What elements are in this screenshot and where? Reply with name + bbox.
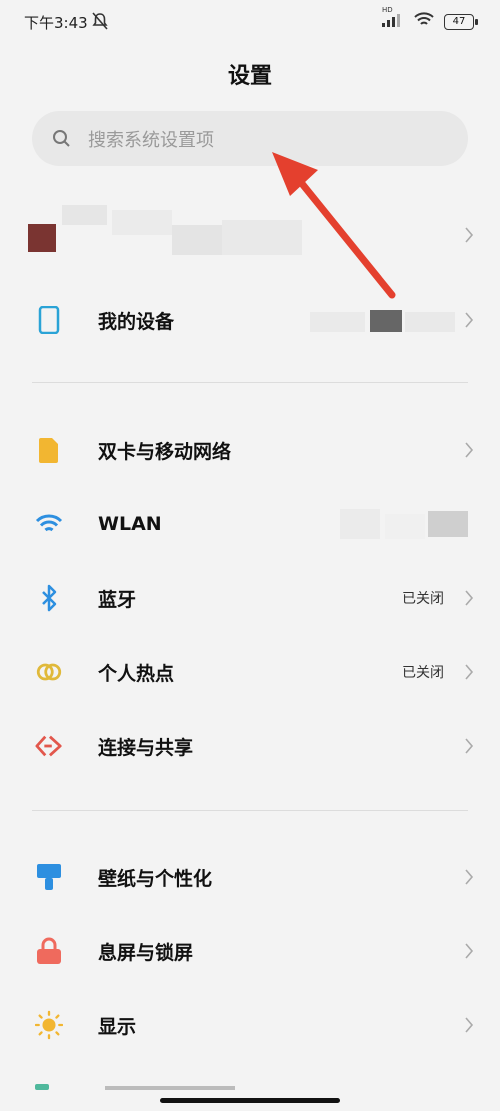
chevron-right-icon bbox=[465, 312, 474, 328]
chevron-right-icon bbox=[465, 442, 474, 458]
status-time: 下午3:43 bbox=[24, 14, 88, 32]
lockscreen-row[interactable]: 息屏与锁屏 bbox=[0, 921, 500, 981]
dual-sim-label: 双卡与移动网络 bbox=[98, 440, 232, 463]
next-row-partial bbox=[35, 1080, 235, 1090]
battery-icon: 47 bbox=[444, 13, 478, 30]
sun-icon bbox=[35, 1010, 63, 1040]
bluetooth-status: 已关闭 bbox=[402, 591, 444, 607]
status-bar: 下午3:43 HD 47 bbox=[0, 0, 500, 44]
hd-label: HD bbox=[382, 6, 393, 14]
chevron-right-icon bbox=[465, 664, 474, 680]
lockscreen-label: 息屏与锁屏 bbox=[98, 941, 194, 964]
display-row[interactable]: 显示 bbox=[0, 995, 500, 1055]
divider bbox=[32, 810, 468, 811]
hotspot-status: 已关闭 bbox=[402, 665, 444, 681]
chevron-right-icon bbox=[465, 227, 474, 243]
account-row[interactable] bbox=[0, 205, 500, 270]
display-label: 显示 bbox=[98, 1015, 137, 1038]
wallpaper-label: 壁纸与个性化 bbox=[98, 867, 213, 890]
hotspot-row[interactable]: 个人热点 已关闭 bbox=[0, 642, 500, 702]
signal-icon: HD bbox=[382, 6, 404, 31]
my-device-label: 我的设备 bbox=[98, 310, 175, 333]
divider bbox=[32, 382, 468, 383]
account-name-censored bbox=[62, 205, 362, 270]
chevron-right-icon bbox=[465, 1017, 474, 1033]
connection-share-label: 连接与共享 bbox=[98, 736, 194, 759]
chevron-right-icon bbox=[465, 738, 474, 754]
sim-card-icon bbox=[35, 436, 63, 464]
search-input[interactable]: 搜索系统设置项 bbox=[88, 126, 214, 152]
chevron-right-icon bbox=[465, 590, 474, 606]
wallpaper-brush-icon bbox=[35, 863, 63, 891]
bluetooth-icon bbox=[35, 584, 63, 612]
wifi-icon bbox=[35, 510, 63, 538]
wifi-status-icon bbox=[414, 12, 434, 31]
wallpaper-row[interactable]: 壁纸与个性化 bbox=[0, 847, 500, 907]
wlan-row[interactable]: WLAN bbox=[0, 494, 500, 554]
lock-icon bbox=[35, 937, 63, 965]
home-indicator[interactable] bbox=[160, 1098, 340, 1103]
avatar bbox=[28, 224, 56, 252]
device-info-censored bbox=[310, 310, 460, 332]
chevron-right-icon bbox=[465, 943, 474, 959]
connection-share-icon bbox=[35, 732, 63, 760]
connection-share-row[interactable]: 连接与共享 bbox=[0, 716, 500, 776]
bell-muted-icon bbox=[92, 12, 108, 34]
chevron-right-icon bbox=[465, 869, 474, 885]
bluetooth-row[interactable]: 蓝牙 已关闭 bbox=[0, 568, 500, 628]
dual-sim-row[interactable]: 双卡与移动网络 bbox=[0, 420, 500, 480]
hotspot-label: 个人热点 bbox=[98, 662, 175, 685]
phone-outline-icon bbox=[35, 306, 63, 334]
wlan-network-censored bbox=[340, 509, 480, 539]
search-icon bbox=[52, 129, 72, 149]
search-bar[interactable]: 搜索系统设置项 bbox=[32, 111, 468, 166]
page-title: 设置 bbox=[227, 64, 272, 89]
hotspot-icon bbox=[35, 658, 63, 686]
bluetooth-label: 蓝牙 bbox=[98, 588, 137, 611]
my-device-row[interactable]: 我的设备 bbox=[0, 290, 500, 350]
wlan-label: WLAN bbox=[98, 513, 162, 535]
